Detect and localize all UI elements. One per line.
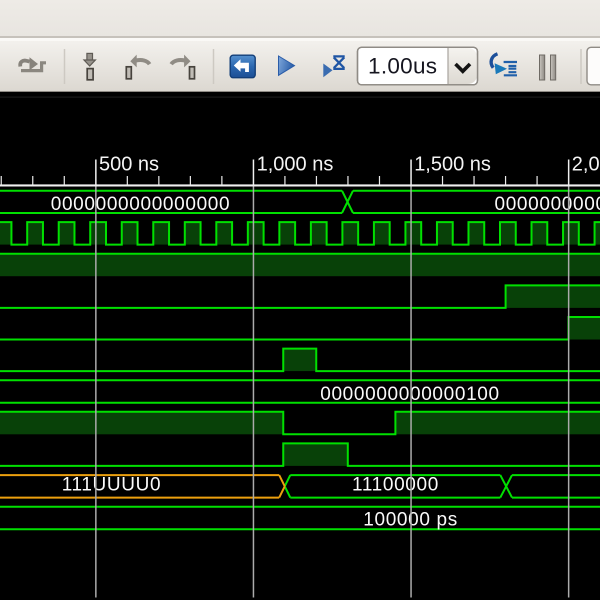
svg-text:00000000000: 00000000000 — [495, 194, 600, 215]
svg-text:1.00us: 1.00us — [368, 54, 437, 79]
svg-text:1,500 ns: 1,500 ns — [414, 154, 491, 176]
svg-text:0000000000000100: 0000000000000100 — [320, 384, 499, 405]
svg-text:111UUUU0: 111UUUU0 — [62, 475, 162, 496]
svg-text:500 ns: 500 ns — [99, 154, 159, 176]
svg-text:0000000000000000: 0000000000000000 — [51, 194, 230, 215]
svg-text:1,000 ns: 1,000 ns — [257, 154, 334, 176]
svg-text:2,0: 2,0 — [572, 154, 600, 176]
svg-text:11100000: 11100000 — [352, 475, 439, 496]
